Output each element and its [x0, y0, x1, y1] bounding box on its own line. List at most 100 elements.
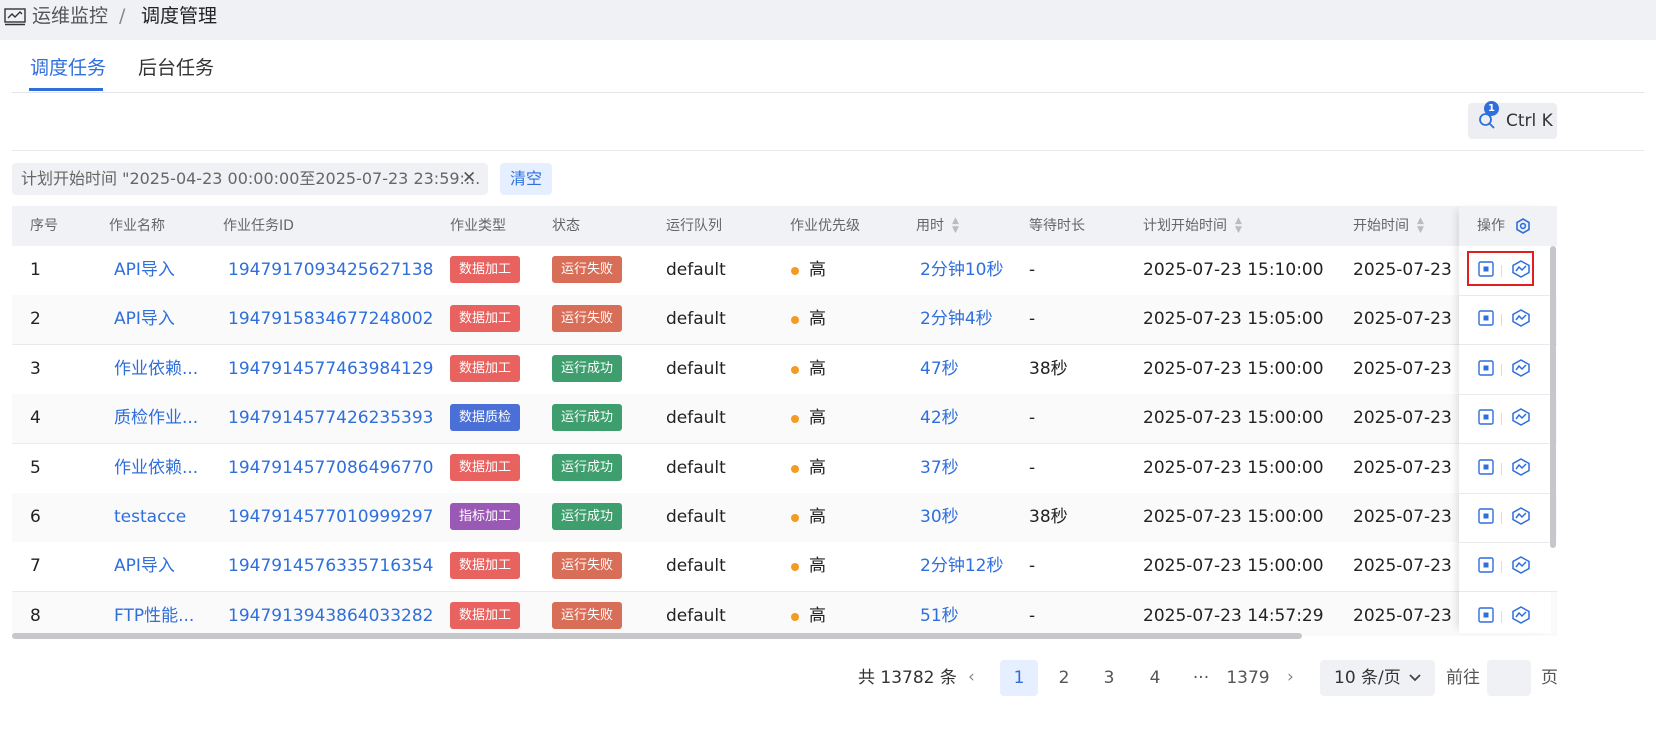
cell-index: 8 [30, 605, 41, 626]
priority-dot-icon [791, 514, 799, 522]
header-duration[interactable]: 用时 ▲ ▼ [916, 217, 959, 235]
tab-background-tasks[interactable]: 后台任务 [138, 56, 214, 80]
lineage-icon[interactable] [1511, 507, 1531, 525]
task-id-link[interactable]: 1947915834677248002 [228, 309, 434, 330]
duration-link[interactable]: 30秒 [920, 507, 959, 528]
chevron-down-icon [1409, 674, 1421, 682]
table-row: 8 FTP性能... 1947913943864033282 数据加工 运行失败 defa… [12, 591, 1557, 636]
sort-icon[interactable]: ▲ ▼ [1235, 217, 1242, 235]
duration-link[interactable]: 47秒 [920, 359, 959, 380]
task-table: 序号 作业名称 作业任务ID 作业类型 状态 运行队列 作业优先级 用时 ▲ ▼ 等… [12, 206, 1557, 636]
page-button-1[interactable]: 1 [1000, 660, 1038, 696]
clear-filters-button[interactable]: 清空 [500, 163, 552, 195]
close-icon[interactable]: ✕ [462, 167, 476, 189]
cell-plan-start: 2025-07-23 15:00:00 [1143, 358, 1324, 379]
header-duration-label: 用时 [916, 218, 944, 234]
header-plan-start[interactable]: 计划开始时间 ▲ ▼ [1143, 217, 1242, 235]
actions-cell [1459, 592, 1551, 633]
lineage-icon[interactable] [1511, 408, 1531, 427]
job-name-link[interactable]: 作业依赖... [114, 359, 198, 380]
table-header: 序号 作业名称 作业任务ID 作业类型 状态 运行队列 作业优先级 用时 ▲ ▼ 等… [12, 206, 1557, 246]
cell-index: 1 [30, 260, 41, 280]
view-log-icon[interactable] [1478, 458, 1494, 475]
lineage-icon[interactable] [1511, 556, 1531, 575]
task-id-link[interactable]: 1947914577426235393 [228, 408, 434, 429]
task-id-link[interactable]: 1947914576335716354 [228, 556, 434, 577]
duration-link[interactable]: 51秒 [920, 606, 959, 627]
status-badge: 运行成功 [552, 404, 623, 432]
task-id-link[interactable]: 1947914577086496770 [228, 458, 434, 479]
job-name-link[interactable]: 质检作业... [114, 408, 198, 429]
view-log-icon[interactable] [1478, 310, 1494, 327]
header-start-label: 开始时间 [1353, 218, 1409, 234]
status-badge: 运行失败 [552, 256, 623, 283]
cell-wait: - [1029, 605, 1036, 626]
search-count-badge: 1 [1484, 101, 1499, 116]
page-size-select[interactable]: 10 条/页 [1320, 660, 1435, 696]
sort-icon[interactable]: ▲ ▼ [952, 217, 959, 235]
highlight-box [1467, 251, 1534, 286]
table-row: 4 质检作业... 1947914577426235393 数据质检 运行成功 defau… [12, 394, 1557, 445]
view-log-icon[interactable] [1478, 508, 1494, 524]
page-button-last[interactable]: 1379 [1226, 660, 1270, 696]
table-row: 5 作业依赖... 1947914577086496770 数据加工 运行成功 defau… [12, 443, 1557, 494]
lineage-icon[interactable] [1511, 605, 1531, 624]
duration-link[interactable]: 37秒 [920, 458, 959, 479]
horizontal-scrollbar[interactable] [12, 633, 1302, 639]
page-button-4[interactable]: 4 [1136, 660, 1174, 696]
duration-link[interactable]: 2分钟12秒 [920, 556, 1003, 577]
job-name-link[interactable]: API导入 [114, 556, 175, 577]
header-start[interactable]: 开始时间 ▲ ▼ [1353, 217, 1424, 235]
job-name-link[interactable]: API导入 [114, 260, 175, 281]
search-button[interactable]: 1 Ctrl K [1468, 101, 1557, 139]
tab-schedule-tasks[interactable]: 调度任务 [30, 56, 106, 80]
job-name-link[interactable]: API导入 [114, 309, 175, 330]
cell-index: 3 [30, 358, 41, 379]
duration-link[interactable]: 42秒 [920, 408, 959, 429]
breadcrumb-parent[interactable]: 运维监控 [32, 4, 108, 28]
cell-index: 2 [30, 309, 41, 330]
duration-link[interactable]: 2分钟10秒 [920, 260, 1003, 281]
task-id-link[interactable]: 1947914577010999297 [228, 507, 434, 528]
goto-page-input[interactable] [1487, 660, 1531, 696]
action-divider [1501, 413, 1502, 426]
header-job-type: 作业类型 [450, 218, 506, 234]
header-plan-start-label: 计划开始时间 [1143, 218, 1227, 234]
page-button-3[interactable]: 3 [1090, 660, 1128, 696]
task-id-link[interactable]: 1947917093425627138 [228, 260, 434, 281]
filter-chip-text: 计划开始时间 "2025-04-23 00:00:00至2025-07-23 2… [21, 169, 481, 188]
job-name-link[interactable]: FTP性能... [114, 606, 194, 627]
vertical-scrollbar[interactable] [1550, 246, 1556, 548]
lineage-icon[interactable] [1511, 457, 1531, 476]
job-name-link[interactable]: testacce [114, 507, 186, 528]
sort-icon[interactable]: ▲ ▼ [1417, 217, 1424, 235]
cell-priority: 高 [809, 556, 826, 577]
prev-page-button[interactable]: ‹ [968, 666, 975, 688]
page-button-2[interactable]: 2 [1045, 660, 1083, 696]
view-log-icon[interactable] [1478, 409, 1494, 425]
cell-wait: 38秒 [1029, 507, 1068, 527]
priority-dot-icon [791, 415, 799, 424]
column-settings-icon[interactable] [1515, 218, 1531, 234]
view-log-icon[interactable] [1478, 607, 1494, 623]
view-log-icon[interactable] [1478, 557, 1494, 574]
task-id-link[interactable]: 1947913943864033282 [228, 606, 434, 627]
page-ellipsis[interactable]: ··· [1182, 660, 1220, 696]
lineage-icon[interactable] [1511, 358, 1531, 377]
actions-cell [1459, 295, 1551, 346]
action-divider [1501, 561, 1502, 574]
page-size-value: 10 条/页 [1334, 668, 1401, 688]
job-name-link[interactable]: 作业依赖... [114, 458, 198, 479]
action-divider [1501, 512, 1502, 524]
view-log-icon[interactable] [1478, 360, 1494, 376]
duration-link[interactable]: 2分钟4秒 [920, 309, 993, 330]
pagination: 共 13782 条 ‹ 1 2 3 4 ··· 1379 › 10 条/页 前往… [0, 658, 1656, 698]
lineage-icon[interactable] [1511, 309, 1531, 328]
cell-queue: default [666, 457, 726, 478]
job-type-tag: 数据加工 [450, 552, 521, 580]
task-id-link[interactable]: 1947914577463984129 [228, 359, 434, 380]
job-type-tag: 数据加工 [450, 601, 521, 629]
cell-plan-start: 2025-07-23 15:10:00 [1143, 260, 1324, 280]
next-page-button[interactable]: › [1287, 666, 1294, 688]
total-count: 共 13782 条 [858, 668, 957, 688]
